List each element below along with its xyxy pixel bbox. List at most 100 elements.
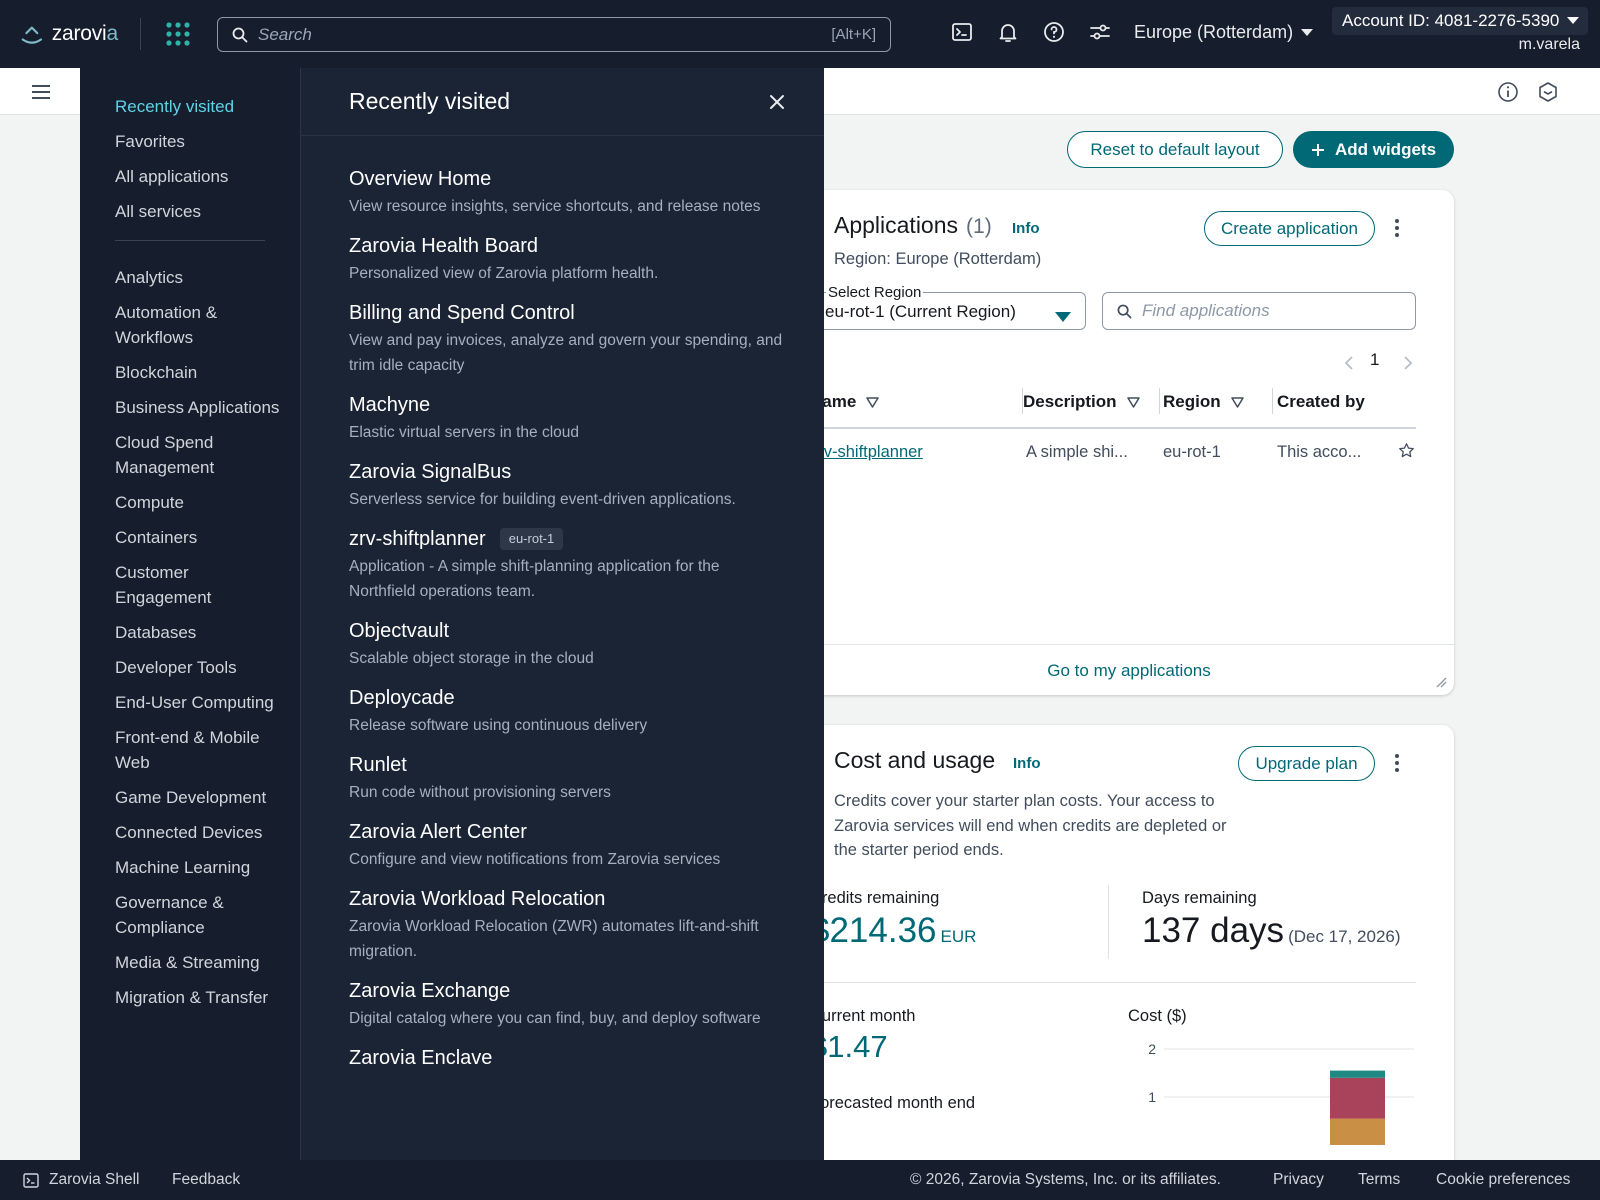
recent-item[interactable]: Zarovia Health Board Personalized view of…	[349, 233, 789, 286]
region-select-label: Select Region	[826, 284, 924, 301]
app-grid-icon[interactable]	[165, 21, 191, 47]
nav-category-governance-compliance[interactable]: Governance & Compliance	[115, 890, 285, 940]
recent-item-description: Release software using continuous delive…	[349, 717, 648, 734]
recent-item[interactable]: Zarovia Enclave	[349, 1045, 789, 1071]
recent-item-description: Serverless service for building event-dr…	[349, 491, 736, 508]
nav-category-connected-devices[interactable]: Connected Devices	[115, 820, 285, 845]
top-icon-group	[950, 20, 1112, 44]
nav-item-all-services[interactable]: All services	[115, 199, 285, 224]
credits-unit: EUR	[940, 927, 977, 946]
current-month-label: Current month	[810, 1007, 916, 1025]
recent-item[interactable]: Overview Home View resource insights, ser…	[349, 166, 789, 219]
nav-category-game-development[interactable]: Game Development	[115, 785, 285, 810]
hexagon-status-icon[interactable]	[1537, 81, 1559, 103]
copyright-text: © 2026, Zarovia Systems, Inc. or its aff…	[910, 1171, 1221, 1188]
terminal-icon[interactable]	[23, 1173, 39, 1188]
privacy-link[interactable]: Privacy	[1273, 1171, 1324, 1189]
star-favorite-icon[interactable]	[1398, 442, 1415, 459]
terms-link[interactable]: Terms	[1358, 1171, 1400, 1189]
region-selector[interactable]: Europe (Rotterdam)	[1134, 22, 1314, 43]
cost-and-usage-widget: Cost and usage Info Upgrade plan Credits…	[804, 725, 1454, 1185]
recent-item[interactable]: Objectvault Scalable object storage in th…	[349, 618, 789, 671]
column-header-description[interactable]: Description	[1023, 392, 1140, 412]
global-search[interactable]: [Alt+K]	[217, 17, 891, 52]
recent-item[interactable]: Deploycade Release software using continu…	[349, 685, 789, 738]
settings-sliders-icon[interactable]	[1088, 20, 1112, 44]
find-applications-input[interactable]	[1142, 301, 1401, 321]
hamburger-menu-icon[interactable]	[31, 83, 51, 101]
nav-category-blockchain[interactable]: Blockchain	[115, 360, 285, 385]
nav-item-all-applications[interactable]: All applications	[115, 164, 285, 189]
recent-item[interactable]: Zarovia Alert Center Configure and view n…	[349, 819, 789, 872]
close-icon[interactable]	[769, 94, 785, 110]
nav-category-databases[interactable]: Databases	[115, 620, 285, 645]
nav-category-developer-tools[interactable]: Developer Tools	[115, 655, 285, 680]
nav-item-recently-visited[interactable]: Recently visited	[115, 94, 285, 119]
nav-category-automation-workflows[interactable]: Automation & Workflows	[115, 300, 285, 350]
resize-handle-icon[interactable]	[1436, 677, 1447, 688]
footer-bar: Zarovia Shell Feedback © 2026, Zarovia S…	[0, 1160, 1600, 1200]
chart-bar-segment-1[interactable]	[1330, 1077, 1385, 1119]
upgrade-plan-button[interactable]: Upgrade plan	[1238, 746, 1375, 781]
recent-item-title: Zarovia Workload Relocation	[349, 888, 606, 910]
bell-icon[interactable]	[996, 20, 1020, 44]
column-header-region[interactable]: Region	[1163, 392, 1244, 412]
logo-icon	[21, 26, 43, 44]
chart-bar-segment-2[interactable]	[1330, 1070, 1385, 1078]
search-input[interactable]	[258, 24, 832, 45]
recently-visited-title: Recently visited	[349, 88, 511, 114]
recent-item-description: Configure and view notifications from Za…	[349, 851, 721, 868]
find-applications-field[interactable]	[1102, 292, 1416, 330]
chart-y-tick-label: 1	[1148, 1089, 1156, 1105]
recent-item[interactable]: Runlet Run code without provisioning serv…	[349, 752, 789, 805]
cost-and-usage-title: Cost and usage	[834, 747, 996, 773]
recent-item[interactable]: Billing and Spend Control View and pay in…	[349, 300, 789, 378]
kebab-menu-icon[interactable]	[1394, 218, 1400, 238]
nav-category-containers[interactable]: Containers	[115, 525, 285, 550]
nav-category-customer-engagement[interactable]: Customer Engagement	[115, 560, 285, 610]
application-created-by: This acco...	[1277, 443, 1362, 461]
nav-category-business-applications[interactable]: Business Applications	[115, 395, 285, 420]
nav-category-compute[interactable]: Compute	[115, 490, 285, 515]
column-divider	[1159, 388, 1160, 414]
nav-category-front-end-mobile-web[interactable]: Front-end & Mobile Web	[115, 725, 285, 775]
recent-item[interactable]: Zarovia SignalBus Serverless service for …	[349, 459, 789, 512]
nav-category-analytics[interactable]: Analytics	[115, 265, 285, 290]
cost-info-link[interactable]: Info	[1013, 755, 1041, 772]
cookie-preferences-link[interactable]: Cookie preferences	[1436, 1171, 1570, 1189]
applications-info-link[interactable]: Info	[1012, 220, 1040, 237]
column-header-created-by[interactable]: Created by	[1277, 392, 1365, 412]
applications-region-text: Region: Europe (Rotterdam)	[834, 250, 1042, 268]
caret-down-icon	[1301, 28, 1314, 36]
nav-item-favorites[interactable]: Favorites	[115, 129, 285, 154]
plus-icon	[1311, 143, 1324, 156]
recent-item[interactable]: Zarovia Exchange Digital catalog where yo…	[349, 978, 789, 1031]
kebab-menu-icon[interactable]	[1394, 753, 1400, 773]
recent-item-title: Billing and Spend Control	[349, 302, 575, 324]
recent-item[interactable]: Machyne Elastic virtual servers in the cl…	[349, 392, 789, 445]
application-name-link[interactable]: zrv-shiftplanner	[810, 443, 923, 462]
account-menu[interactable]: Account ID: 4081-2276-5390	[1332, 7, 1588, 35]
reset-layout-button[interactable]: Reset to default layout	[1067, 131, 1283, 168]
logo[interactable]: zarovia	[20, 22, 118, 46]
nav-category-media-streaming[interactable]: Media & Streaming	[115, 950, 285, 975]
feedback-link[interactable]: Feedback	[172, 1171, 240, 1189]
recent-item-title: Zarovia Health Board	[349, 235, 538, 257]
shell-link[interactable]: Zarovia Shell	[49, 1171, 139, 1189]
help-icon[interactable]	[1042, 20, 1066, 44]
nav-category-machine-learning[interactable]: Machine Learning	[115, 855, 285, 880]
nav-category-migration-transfer[interactable]: Migration & Transfer	[115, 985, 285, 1010]
recent-item[interactable]: zrv-shiftplanner eu-rot-1 Application - A …	[349, 526, 789, 604]
create-application-button[interactable]: Create application	[1204, 211, 1375, 246]
chevron-right-icon[interactable]	[1403, 356, 1413, 370]
chevron-left-icon[interactable]	[1344, 356, 1354, 370]
add-widgets-button[interactable]: Add widgets	[1293, 131, 1454, 168]
chart-bar-segment-0[interactable]	[1330, 1118, 1385, 1145]
nav-category-cloud-spend-management[interactable]: Cloud Spend Management	[115, 430, 285, 480]
terminal-icon[interactable]	[950, 20, 974, 44]
info-circle-icon[interactable]	[1497, 81, 1519, 103]
go-to-my-applications-link[interactable]: Go to my applications	[804, 661, 1454, 681]
nav-category-end-user-computing[interactable]: End-User Computing	[115, 690, 285, 715]
recent-item[interactable]: Zarovia Workload Relocation Zarovia Workl…	[349, 886, 789, 964]
pagination-current-page[interactable]: 1	[1370, 350, 1379, 370]
